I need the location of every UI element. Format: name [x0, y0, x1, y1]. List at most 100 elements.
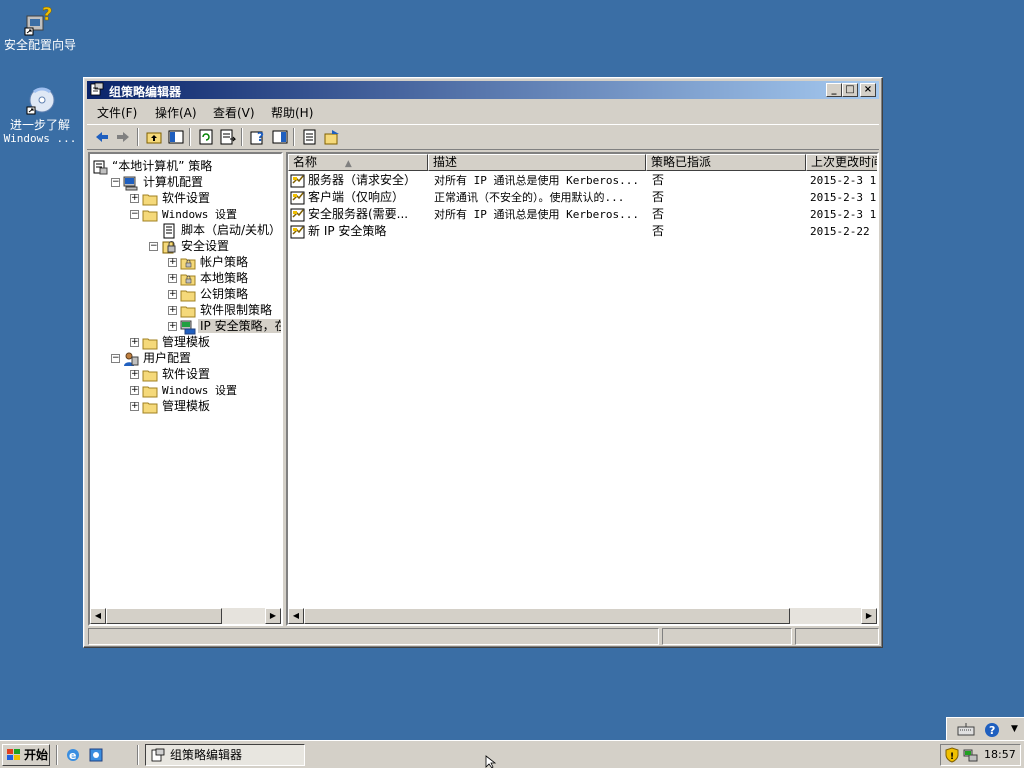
desktop-icon-security-wizard[interactable]: ? 安全配置向导: [0, 4, 80, 52]
scroll-right-button[interactable]: ▶: [265, 608, 281, 624]
expand-icon[interactable]: +: [168, 306, 177, 315]
expand-icon[interactable]: +: [130, 194, 139, 203]
menu-file[interactable]: 文件(F): [97, 104, 137, 121]
show-desktop-icon[interactable]: [88, 747, 104, 763]
folder-icon: [142, 194, 158, 205]
tree-node-label: “本地计算机” 策略: [112, 159, 213, 173]
status-bar-pane: [88, 628, 659, 645]
list-item[interactable]: 安全服务器(需要... 对所有 IP 通讯总是使用 Kerberos... 否 201…: [288, 206, 877, 223]
export-list-icon[interactable]: [219, 128, 237, 146]
scroll-thumb[interactable]: [304, 608, 790, 624]
tree-node[interactable]: + Windows 设置: [130, 382, 239, 398]
tree-node[interactable]: + 软件设置: [130, 190, 212, 206]
forward-arrow-icon[interactable]: [114, 128, 132, 146]
policy-name: 客户端（仅响应）: [308, 190, 405, 204]
list-item[interactable]: 新 IP 安全策略 否 2015-2-22 1: [288, 223, 877, 240]
clock: 18:57: [984, 748, 1016, 761]
menu-action[interactable]: 操作(A): [155, 104, 197, 121]
tree-node[interactable]: + 软件设置: [130, 366, 212, 382]
expand-icon[interactable]: +: [130, 338, 139, 347]
taskbar-button-group-policy[interactable]: 组策略编辑器: [145, 744, 305, 766]
tree-node[interactable]: − 用户配置: [111, 350, 193, 366]
tree-horizontal-scrollbar[interactable]: ◀ ▶: [90, 608, 281, 624]
keyboard-icon[interactable]: [957, 721, 975, 739]
system-tray: ! 18:57: [940, 744, 1021, 766]
start-button[interactable]: 开始: [2, 744, 50, 766]
expand-icon[interactable]: +: [130, 370, 139, 379]
expand-icon[interactable]: +: [168, 258, 177, 267]
tree-node[interactable]: + 帐户策略: [168, 254, 250, 270]
tree-node[interactable]: + IP 安全策略，在: [168, 318, 281, 334]
close-button[interactable]: ×: [860, 83, 876, 97]
tree-node[interactable]: − 计算机配置: [111, 174, 205, 190]
status-bar-pane: [795, 628, 879, 645]
expand-icon[interactable]: +: [130, 402, 139, 411]
folder-lock-icon: [180, 258, 196, 269]
up-folder-icon[interactable]: [145, 128, 163, 146]
menu-view[interactable]: 查看(V): [213, 104, 255, 121]
tree-node[interactable]: + 管理模板: [130, 398, 212, 414]
tree-node[interactable]: + 公钥策略: [168, 286, 250, 302]
title-bar[interactable]: 组策略编辑器 _ □ ×: [87, 81, 879, 99]
help-icon[interactable]: ?: [249, 128, 267, 146]
folder-icon: [142, 210, 158, 221]
tree-node[interactable]: + 本地策略: [168, 270, 250, 286]
scroll-thumb[interactable]: [106, 608, 222, 624]
scroll-left-button[interactable]: ◀: [288, 608, 304, 624]
windows-logo-icon: [7, 749, 20, 760]
ipsec-policy-icon: [290, 208, 305, 221]
column-header-last-modified[interactable]: 上次更改时间: [806, 154, 877, 171]
tree-node[interactable]: − 安全设置: [149, 238, 231, 254]
security-icon: [162, 240, 176, 253]
column-header-name[interactable]: 名称 ▲: [288, 154, 428, 171]
ipsec-policy-icon: [290, 225, 305, 238]
learn-more-cd-icon: [24, 84, 56, 116]
toolbar-collapse-icon[interactable]: ▼: [1011, 720, 1018, 738]
help-circle-icon[interactable]: ?: [983, 721, 1001, 739]
details-pane[interactable]: 名称 ▲ 描述 策略已指派 上次更改时间 服务器（请求安全） 对所有 IP 通讯总…: [286, 152, 879, 626]
collapse-icon[interactable]: −: [111, 178, 120, 187]
tree-node[interactable]: + 软件限制策略: [168, 302, 274, 318]
toolbar-separator: [293, 128, 295, 146]
column-header-assigned[interactable]: 策略已指派: [646, 154, 806, 171]
menu-help[interactable]: 帮助(H): [271, 104, 313, 121]
tree-node-label: 帐户策略: [200, 255, 249, 269]
list-item[interactable]: 服务器（请求安全） 对所有 IP 通讯总是使用 Kerberos... 否 2015-…: [288, 172, 877, 189]
tree-node[interactable]: 脚本（启动/关机）: [149, 222, 282, 238]
collapse-icon[interactable]: −: [149, 242, 158, 251]
expand-icon[interactable]: +: [130, 386, 139, 395]
properties-icon[interactable]: [301, 128, 319, 146]
network-icon[interactable]: [962, 747, 978, 763]
tree-node[interactable]: “本地计算机” 策略: [92, 158, 214, 174]
policy-description: 对所有 IP 通讯总是使用 Kerberos...: [434, 174, 639, 187]
policy-name: 安全服务器(需要...: [308, 207, 409, 221]
show-hide-action-pane-icon[interactable]: [271, 128, 289, 146]
column-header-description[interactable]: 描述: [428, 154, 646, 171]
desktop-icon-learn-more[interactable]: 进一步了解 Windows ...: [0, 84, 80, 145]
expand-icon[interactable]: +: [168, 274, 177, 283]
tree-node-label: 脚本（启动/关机）: [181, 223, 282, 237]
tree-pane[interactable]: “本地计算机” 策略 − 计算机配置 + 软件设置 − Windows 设置 脚本（启动/关机…: [88, 152, 283, 626]
internet-explorer-icon[interactable]: e: [65, 747, 81, 763]
back-arrow-icon[interactable]: [93, 128, 111, 146]
refresh-icon[interactable]: [197, 128, 215, 146]
security-shield-icon[interactable]: !: [944, 747, 960, 763]
expand-icon[interactable]: +: [168, 290, 177, 299]
collapse-icon[interactable]: −: [130, 210, 139, 219]
details-horizontal-scrollbar[interactable]: ◀ ▶: [288, 608, 877, 624]
expand-icon[interactable]: +: [168, 322, 177, 331]
collapse-icon[interactable]: −: [111, 354, 120, 363]
svg-text:!: !: [950, 752, 954, 762]
assign-icon[interactable]: [323, 128, 341, 146]
tree-node[interactable]: − Windows 设置: [130, 206, 239, 222]
tree-node[interactable]: + 管理模板: [130, 334, 212, 350]
maximize-button[interactable]: □: [842, 83, 858, 97]
scroll-left-button[interactable]: ◀: [90, 608, 106, 624]
list-item[interactable]: 客户端（仅响应） 正常通讯（不安全的）。使用默认的... 否 2015-2-3 11: [288, 189, 877, 206]
minimize-button[interactable]: _: [826, 83, 842, 97]
show-hide-tree-icon[interactable]: [167, 128, 185, 146]
tree-node-label: 管理模板: [162, 335, 211, 349]
folder-icon: [142, 402, 158, 413]
desktop-icon-label: 安全配置向导: [3, 38, 76, 52]
scroll-right-button[interactable]: ▶: [861, 608, 877, 624]
